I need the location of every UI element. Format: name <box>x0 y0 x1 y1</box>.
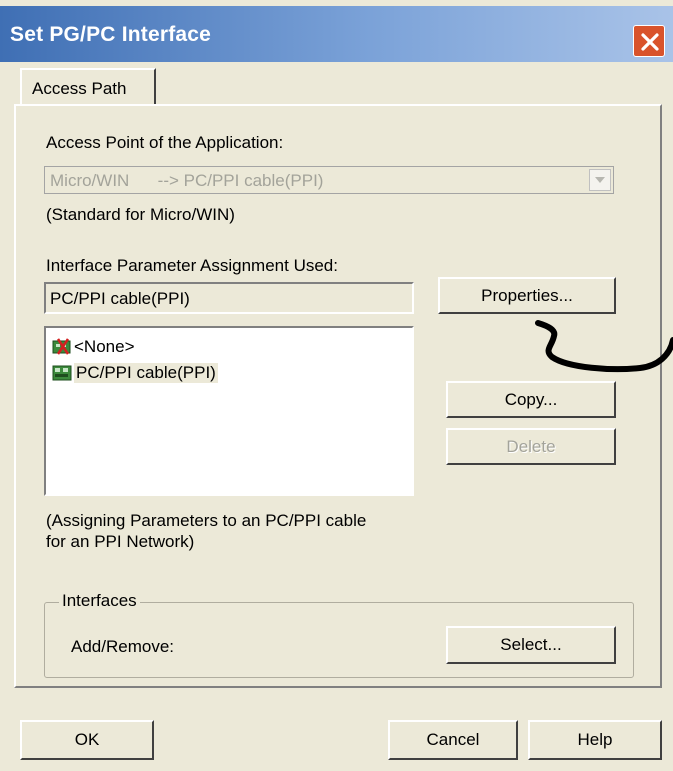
tab-label: Access Path <box>32 79 127 98</box>
access-point-value: Micro/WIN --> PC/PPI cable(PPI) <box>50 171 324 190</box>
ok-button[interactable]: OK <box>20 720 154 760</box>
close-button[interactable] <box>633 25 665 57</box>
close-icon <box>641 33 659 51</box>
dialog-window: Set PG/PC Interface Access Path Access P… <box>0 0 673 771</box>
properties-button-label: Properties... <box>481 286 573 305</box>
access-point-select[interactable]: Micro/WIN --> PC/PPI cable(PPI) <box>44 166 614 194</box>
properties-button[interactable]: Properties... <box>438 277 616 314</box>
access-point-note: (Standard for Micro/WIN) <box>46 205 235 224</box>
cancel-button-label: Cancel <box>426 730 480 749</box>
copy-button[interactable]: Copy... <box>446 381 616 418</box>
interface-param-value: PC/PPI cable(PPI) <box>50 289 190 308</box>
dropdown-button[interactable] <box>589 169 611 191</box>
copy-button-label: Copy... <box>504 390 558 409</box>
interface-description-line1: (Assigning Parameters to an PC/PPI cable <box>46 511 367 530</box>
interface-description-line2: for an PPI Network) <box>46 532 195 551</box>
tab-access-path[interactable]: Access Path <box>20 68 156 106</box>
add-remove-label: Add/Remove: <box>71 637 174 656</box>
select-button[interactable]: Select... <box>446 626 616 664</box>
ok-button-label: OK <box>74 730 100 749</box>
access-point-label: Access Point of the Application: <box>46 133 284 152</box>
list-item-label: PC/PPI cable(PPI) <box>74 363 218 383</box>
help-button[interactable]: Help <box>528 720 662 760</box>
title-bar[interactable]: Set PG/PC Interface <box>0 6 673 62</box>
delete-button-label: Delete <box>506 437 556 456</box>
interface-list[interactable]: <None> PC/PPI cable(PPI) <box>44 326 414 496</box>
help-button-label: Help <box>577 730 613 749</box>
ppi-cable-icon <box>52 365 72 381</box>
none-interface-icon <box>52 338 71 355</box>
delete-button[interactable]: Delete <box>446 428 616 465</box>
interface-param-field: PC/PPI cable(PPI) <box>44 282 414 314</box>
select-button-label: Select... <box>500 635 562 654</box>
chevron-down-icon <box>595 177 605 183</box>
list-item-label: <None> <box>74 337 135 356</box>
window-title: Set PG/PC Interface <box>10 23 212 46</box>
interfaces-legend: Interfaces <box>59 591 140 611</box>
cancel-button[interactable]: Cancel <box>388 720 518 760</box>
interface-param-label: Interface Parameter Assignment Used: <box>46 256 338 275</box>
